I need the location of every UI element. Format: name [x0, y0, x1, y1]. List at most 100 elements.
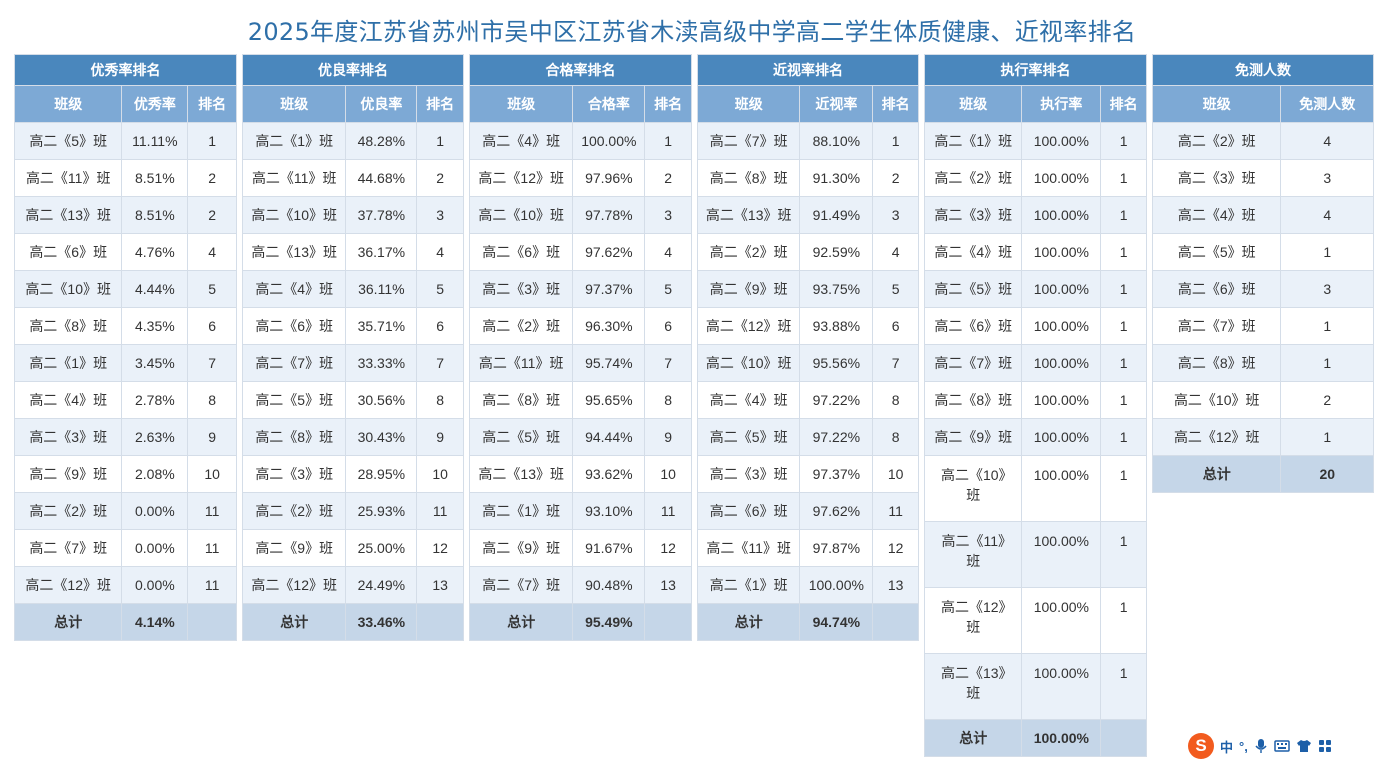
table-row: 高二《1》班 48.28% 1 — [241, 122, 464, 160]
keyboard-icon[interactable] — [1274, 739, 1290, 753]
column-header-rank: 排名 — [416, 85, 464, 123]
value-cell: 24.49% — [345, 566, 418, 604]
rank-cell: 12 — [416, 529, 464, 567]
microphone-icon[interactable] — [1254, 738, 1268, 754]
class-cell: 高二《9》班 — [696, 270, 801, 308]
class-cell: 高二《4》班 — [1151, 196, 1282, 234]
rank-cell: 12 — [644, 529, 692, 567]
table-row: 高二《6》班 4.76% 4 — [13, 233, 237, 271]
table-group-header: 合格率排名 — [469, 54, 692, 86]
value-cell: 95.74% — [572, 344, 646, 382]
value-cell: 97.87% — [799, 529, 874, 567]
class-cell: 高二《3》班 — [1151, 159, 1282, 197]
table-row: 高二《10》班 100.00% 1 — [923, 455, 1147, 522]
rank-cell: 4 — [416, 233, 464, 271]
column-header-value: 执行率 — [1021, 85, 1102, 123]
value-cell: 96.30% — [572, 307, 646, 345]
total-value: 95.49% — [572, 603, 646, 641]
table-body: 高二《2》班 4 高二《3》班 3 高二《4》班 4 高二《5》班 1 高二《6》班 3 高二《7》… — [1151, 122, 1374, 493]
rank-cell: 10 — [416, 455, 464, 493]
table-row: 高二《1》班 3.45% 7 — [13, 344, 237, 382]
value-cell: 97.62% — [799, 492, 874, 530]
table-row: 高二《13》班 100.00% 1 — [923, 653, 1147, 720]
ime-language-toggle[interactable]: 中 — [1220, 737, 1233, 756]
column-header-class: 班级 — [13, 85, 123, 123]
column-header-class: 班级 — [468, 85, 574, 123]
value-cell: 100.00% — [799, 566, 874, 604]
tshirt-icon[interactable] — [1296, 739, 1312, 753]
rank-cell: 10 — [644, 455, 692, 493]
value-cell: 94.44% — [572, 418, 646, 456]
rank-cell: 1 — [1100, 521, 1147, 588]
rank-cell: 8 — [872, 418, 919, 456]
sogou-logo-icon[interactable]: S — [1188, 733, 1214, 759]
ime-toolbar[interactable]: S 中 °, — [1188, 733, 1374, 759]
class-cell: 高二《10》班 — [13, 270, 123, 308]
value-cell: 1 — [1280, 233, 1374, 271]
value-cell: 100.00% — [1021, 455, 1102, 522]
table-row: 高二《8》班 30.43% 9 — [241, 418, 464, 456]
value-cell: 1 — [1280, 307, 1374, 345]
rank-cell: 5 — [416, 270, 464, 308]
table-row: 高二《11》班 95.74% 7 — [468, 344, 692, 382]
total-rank-empty — [644, 603, 692, 641]
table-row: 高二《13》班 36.17% 4 — [241, 233, 464, 271]
table-row: 高二《4》班 97.22% 8 — [696, 381, 919, 419]
rank-cell: 13 — [416, 566, 464, 604]
table-row: 高二《6》班 100.00% 1 — [923, 307, 1147, 345]
table-body: 高二《7》班 88.10% 1 高二《8》班 91.30% 2 高二《13》班 91.49% 3… — [696, 122, 919, 641]
grid-icon[interactable] — [1318, 739, 1332, 753]
table-row: 高二《10》班 2 — [1151, 381, 1374, 419]
class-cell: 高二《1》班 — [696, 566, 801, 604]
value-cell: 3 — [1280, 159, 1374, 197]
column-header-value: 优秀率 — [121, 85, 189, 123]
rank-cell: 3 — [644, 196, 692, 234]
class-cell: 高二《9》班 — [241, 529, 347, 567]
class-cell: 高二《8》班 — [696, 159, 801, 197]
table-group-header: 执行率排名 — [924, 54, 1147, 86]
table-row: 高二《6》班 35.71% 6 — [241, 307, 464, 345]
class-cell: 高二《11》班 — [923, 521, 1023, 588]
value-cell: 100.00% — [1021, 233, 1102, 271]
column-header-class: 班级 — [241, 85, 347, 123]
table-row: 高二《12》班 97.96% 2 — [468, 159, 692, 197]
value-cell: 97.96% — [572, 159, 646, 197]
rank-cell: 7 — [416, 344, 464, 382]
rank-cell: 11 — [187, 492, 237, 530]
table-body: 高二《4》班 100.00% 1 高二《12》班 97.96% 2 高二《10》班 97.78… — [468, 122, 692, 641]
value-cell: 88.10% — [799, 122, 874, 160]
rank-cell: 1 — [1100, 307, 1147, 345]
value-cell: 100.00% — [1021, 196, 1102, 234]
class-cell: 高二《3》班 — [241, 455, 347, 493]
value-cell: 91.67% — [572, 529, 646, 567]
table-row: 高二《6》班 97.62% 4 — [468, 233, 692, 271]
total-value: 33.46% — [345, 603, 418, 641]
table-row: 高二《4》班 36.11% 5 — [241, 270, 464, 308]
class-cell: 高二《8》班 — [241, 418, 347, 456]
rank-cell: 1 — [1100, 455, 1147, 522]
value-cell: 25.00% — [345, 529, 418, 567]
table-row: 高二《9》班 91.67% 12 — [468, 529, 692, 567]
value-cell: 95.65% — [572, 381, 646, 419]
table-row: 高二《8》班 4.35% 6 — [13, 307, 237, 345]
rank-cell: 11 — [872, 492, 919, 530]
total-value: 4.14% — [121, 603, 189, 641]
rank-cell: 13 — [872, 566, 919, 604]
class-cell: 高二《5》班 — [468, 418, 574, 456]
ime-punctuation-toggle[interactable]: °, — [1239, 739, 1248, 754]
rank-cell: 10 — [187, 455, 237, 493]
table-row: 高二《12》班 100.00% 1 — [923, 587, 1147, 654]
table-row: 高二《4》班 4 — [1151, 196, 1374, 234]
table-row: 高二《3》班 97.37% 5 — [468, 270, 692, 308]
rank-cell: 5 — [187, 270, 237, 308]
class-cell: 高二《9》班 — [468, 529, 574, 567]
total-label: 总计 — [1151, 455, 1282, 493]
class-cell: 高二《9》班 — [13, 455, 123, 493]
class-cell: 高二《8》班 — [468, 381, 574, 419]
class-cell: 高二《7》班 — [468, 566, 574, 604]
value-cell: 100.00% — [1021, 653, 1102, 720]
value-cell: 0.00% — [121, 492, 189, 530]
value-cell: 97.62% — [572, 233, 646, 271]
value-cell: 8.51% — [121, 159, 189, 197]
total-value: 100.00% — [1021, 719, 1102, 757]
